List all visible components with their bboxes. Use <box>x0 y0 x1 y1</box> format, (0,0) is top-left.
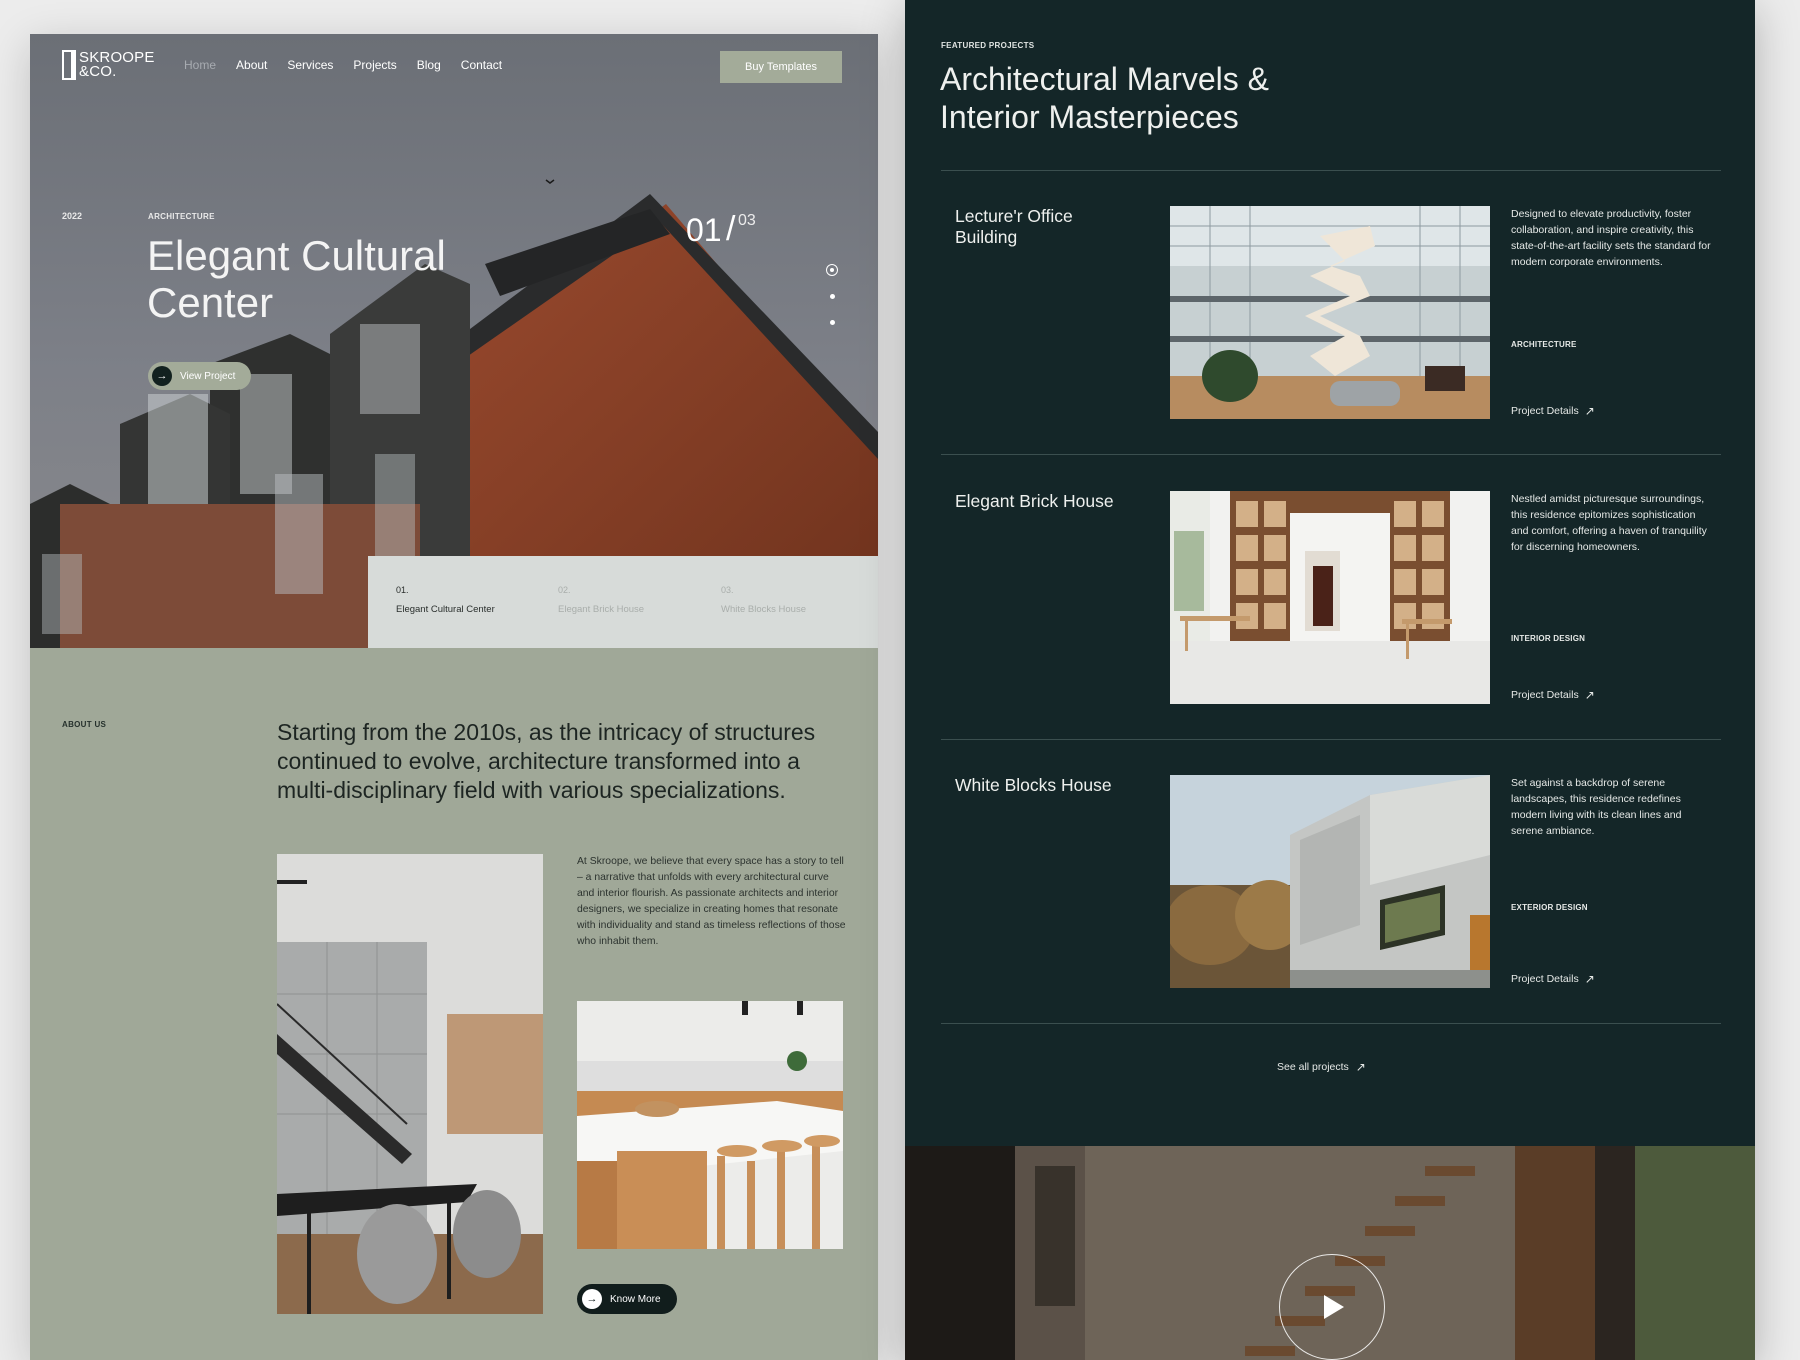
landing-page-preview: SKROOPE &CO. Home About Services Project… <box>30 34 878 1360</box>
about-heading: Starting from the 2010s, as the intricac… <box>277 719 816 803</box>
slide-separator: / <box>726 210 736 248</box>
slide-current: 01 <box>686 212 722 248</box>
kitchen-image <box>577 1001 843 1249</box>
project-card-3: White Blocks House Set against a backdro… <box>941 775 1721 989</box>
slider-dot-icon[interactable] <box>826 264 838 276</box>
divider <box>941 1023 1721 1024</box>
arrow-up-right-icon: ↗ <box>1584 688 1595 702</box>
project-details-label: Project Details <box>1511 405 1579 417</box>
project-description: Set against a backdrop of serene landsca… <box>1511 777 1682 837</box>
project-category: EXTERIOR DESIGN <box>1511 903 1588 912</box>
slide-tab-number: 03. <box>721 585 734 595</box>
hero-category: ARCHITECTURE <box>148 212 215 221</box>
hero-title: Elegant Cultural Center <box>147 232 446 326</box>
arrow-up-right-icon: ↗ <box>1584 404 1595 418</box>
logo-line-2: &CO. <box>79 63 117 80</box>
nav-about[interactable]: About <box>236 58 267 72</box>
project-details-label: Project Details <box>1511 689 1579 701</box>
project-details-link[interactable]: Project Details ↗ <box>1511 688 1595 702</box>
see-all-label: See all projects <box>1277 1061 1349 1073</box>
featured-label: FEATURED PROJECTS <box>941 41 1035 50</box>
view-project-button[interactable]: → View Project <box>148 362 252 390</box>
arrow-up-right-icon: ↗ <box>1584 972 1595 986</box>
slide-tab-number: 01. <box>396 585 409 595</box>
project-description: Nestled amidst picturesque surroundings,… <box>1511 493 1707 553</box>
office-atrium-image[interactable] <box>1170 206 1490 419</box>
project-details-link[interactable]: Project Details ↗ <box>1511 404 1595 418</box>
arrow-right-icon: → <box>152 366 172 386</box>
nav-links: Home About Services Projects Blog Contac… <box>184 58 502 72</box>
arrow-up-right-icon: ↗ <box>1355 1060 1366 1074</box>
project-description: Designed to elevate productivity, foster… <box>1511 208 1711 268</box>
project-card-2: Elegant Brick House Nestled amidst pictu… <box>941 491 1721 705</box>
slider-dot-icon[interactable] <box>830 294 835 299</box>
project-category: INTERIOR DESIGN <box>1511 634 1586 643</box>
logo-icon <box>62 50 76 80</box>
nav-blog[interactable]: Blog <box>417 58 441 72</box>
featured-title: Architectural Marvels & Interior Masterp… <box>940 61 1269 135</box>
slide-tab-number: 02. <box>558 585 571 595</box>
know-more-button[interactable]: → Know More <box>577 1284 677 1314</box>
buy-templates-button[interactable]: Buy Templates <box>720 51 842 83</box>
slider-dot-icon[interactable] <box>830 320 835 325</box>
slide-tab-label: Elegant Brick House <box>558 604 645 615</box>
slide-tab-label: White Blocks House <box>721 604 807 615</box>
about-label: ABOUT US <box>62 720 107 729</box>
project-card-1: Lecture'r Office Building Designed to el… <box>941 206 1721 420</box>
slide-tab-3[interactable]: 03. White Blocks House <box>721 585 806 615</box>
hero-year: 2022 <box>62 211 83 221</box>
top-nav: SKROOPE &CO. Home About Services Project… <box>30 34 878 100</box>
interior-stairs-image <box>277 854 543 1314</box>
logo[interactable]: SKROOPE &CO. <box>62 50 155 80</box>
view-project-label: View Project <box>180 370 236 382</box>
project-details-link[interactable]: Project Details ↗ <box>1511 972 1595 986</box>
see-all-projects-link[interactable]: See all projects ↗ <box>1277 1060 1366 1074</box>
arrow-right-icon: → <box>582 1289 602 1309</box>
about-paragraph: At Skroope, we believe that every space … <box>577 856 846 947</box>
slide-total: 03 <box>738 212 756 229</box>
projects-page-preview: FEATURED PROJECTS Architectural Marvels … <box>905 0 1755 1360</box>
divider <box>941 454 1721 455</box>
project-details-label: Project Details <box>1511 973 1579 985</box>
project-name: Lecture'r Office Building <box>955 206 1073 247</box>
white-blocks-house-image[interactable] <box>1170 775 1490 988</box>
hero-section: SKROOPE &CO. Home About Services Project… <box>30 34 878 648</box>
know-more-label: Know More <box>610 1293 661 1305</box>
slide-tabs: 01. Elegant Cultural Center 02. Elegant … <box>368 556 878 648</box>
divider <box>941 170 1721 171</box>
nav-projects[interactable]: Projects <box>353 58 396 72</box>
divider <box>941 739 1721 740</box>
nav-home[interactable]: Home <box>184 58 216 72</box>
play-icon[interactable] <box>1279 1254 1385 1360</box>
project-name: White Blocks House <box>955 775 1112 795</box>
slide-tab-label: Elegant Cultural Center <box>396 604 495 615</box>
project-category: ARCHITECTURE <box>1511 340 1577 349</box>
brick-house-interior-image[interactable] <box>1170 491 1490 704</box>
slide-tab-1[interactable]: 01. Elegant Cultural Center <box>396 585 495 615</box>
nav-services[interactable]: Services <box>287 58 333 72</box>
slide-tab-2[interactable]: 02. Elegant Brick House <box>558 585 644 615</box>
nav-contact[interactable]: Contact <box>461 58 502 72</box>
project-name: Elegant Brick House <box>955 491 1114 511</box>
